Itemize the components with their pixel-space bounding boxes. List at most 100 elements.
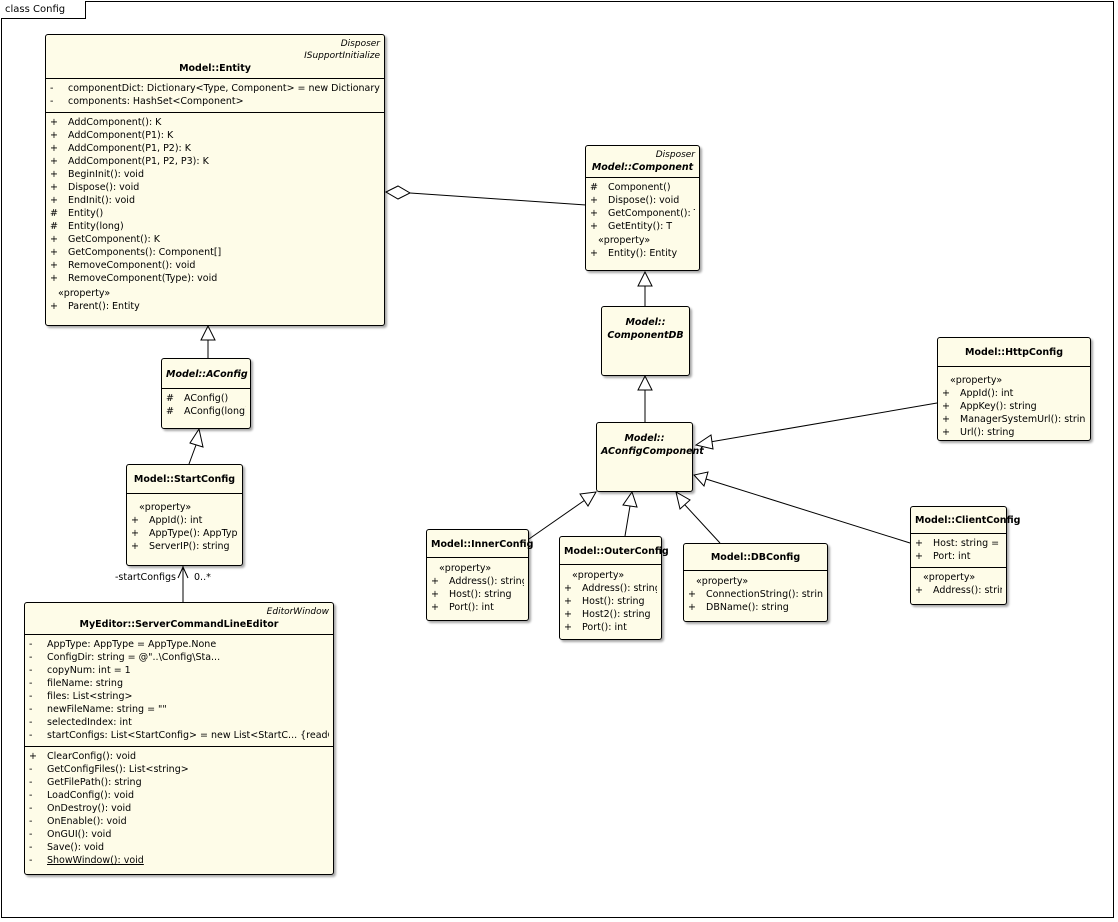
attribute: ConfigDir: string = @"..\Config\Sta... [47, 652, 221, 663]
operation-row: + GetComponent(): T [590, 207, 695, 220]
association-multiplicity-label: 0..* [194, 572, 211, 583]
properties-section: «property» + Address(): string + Host(): s… [427, 557, 528, 618]
property: Host2(): string [582, 609, 651, 620]
property: Host(): string [449, 589, 512, 600]
attribute: Host: string = "" [933, 538, 1002, 549]
property-row: + Port(): int [431, 601, 524, 614]
operation: Entity(long) [68, 221, 124, 232]
operation: RemoveComponent(): void [68, 260, 196, 271]
class-name: Model::OuterConfig [564, 546, 669, 557]
visibility: - [29, 704, 33, 715]
property-row: + DBName(): string [688, 601, 823, 614]
property: Address(): string [933, 585, 1002, 596]
operation-row: + Dispose(): void [50, 181, 380, 194]
property-row: + AppType(): AppType [131, 527, 238, 540]
attributes-section: + Host: string = "" + Port: int [911, 533, 1006, 567]
property: AppId(): int [149, 515, 203, 526]
operation-row: + AddComponent(P1): K [50, 129, 380, 142]
class-entity[interactable]: Disposer ISupportInitialize Model::Entit… [45, 34, 385, 326]
operation: LoadConfig(): void [47, 790, 135, 801]
visibility: + [590, 208, 598, 219]
property-row: + AppKey(): string [942, 400, 1086, 413]
generalization-arrow [637, 374, 653, 391]
operation-row: - GetConfigFiles(): List<string> [29, 763, 329, 776]
visibility: - [29, 855, 33, 866]
property-stereotype: «property» [950, 375, 1003, 386]
operation-row: # Component() [590, 181, 695, 194]
aggregation-diamond [384, 185, 412, 200]
visibility: # [50, 208, 58, 219]
visibility: + [915, 538, 923, 549]
visibility: - [29, 665, 33, 676]
attribute-row: - components: HashSet<Component> [50, 95, 380, 108]
visibility: + [50, 195, 58, 206]
class-startconfig[interactable]: Model::StartConfig «property» + AppId(): … [126, 464, 243, 566]
property: ManagerSystemUrl(): string [960, 414, 1086, 425]
properties-section: «property» + AppId(): int + AppKey(): stri… [938, 366, 1090, 443]
operation-row: + AddComponent(P1, P2, P3): K [50, 155, 380, 168]
property: AppId(): int [960, 388, 1014, 399]
operation-row: + Dispose(): void [590, 194, 695, 207]
association-role-label: -startConfigs [115, 572, 176, 583]
edge-entity-component [409, 192, 587, 206]
class-aconfig[interactable]: Model::AConfig # AConfig() # AConfig(long) [161, 358, 251, 429]
operation-row: - Save(): void [29, 841, 329, 854]
operation: BeginInit(): void [68, 169, 144, 180]
class-componentdb[interactable]: Model:: ComponentDB [601, 306, 690, 376]
visibility: + [131, 515, 139, 526]
edge-startconfig-aconfig [188, 444, 197, 465]
property-stereotype: «property» [139, 502, 192, 513]
class-component[interactable]: Disposer Model::Component # Component() +… [585, 145, 700, 271]
operations-section: # AConfig() # AConfig(long) [162, 388, 250, 422]
class-httpconfig[interactable]: Model::HttpConfig «property» + AppId(): i… [937, 337, 1091, 441]
attribute: componentDict: Dictionary<Type, Componen… [68, 83, 380, 94]
operation-row: + GetEntity(): T [590, 220, 695, 233]
operation-row: - ShowWindow(): void [29, 854, 329, 867]
class-clientconfig[interactable]: Model::ClientConfig + Host: string = "" +… [910, 506, 1020, 605]
attribute-row: - ConfigDir: string = @"..\Config\Sta... [29, 651, 329, 664]
attribute-row: + Host: string = "" [915, 537, 1002, 550]
property-row: + Host2(): string [564, 608, 657, 621]
class-dbconfig[interactable]: Model::DBConfig «property» + ConnectionSt… [683, 543, 828, 622]
visibility: - [29, 790, 33, 801]
attribute: newFileName: string = "" [47, 704, 167, 715]
visibility: - [29, 777, 33, 788]
generalization-arrow [675, 490, 691, 510]
operation: GetEntity(): T [608, 221, 673, 232]
stereotype: Disposer [655, 150, 695, 160]
class-outerconfig[interactable]: Model::OuterConfig «property» + Address()… [559, 536, 669, 640]
attribute-row: - fileName: string [29, 677, 329, 690]
operation-row: + EndInit(): void [50, 194, 380, 207]
class-name: Model::StartConfig [133, 474, 236, 485]
property-stereotype: «property» [598, 235, 651, 246]
property-row: + Port(): int [564, 621, 657, 634]
property-row: + Parent(): Entity [50, 300, 380, 313]
visibility: + [590, 248, 598, 259]
attribute: fileName: string [47, 678, 123, 689]
attributes-section: - componentDict: Dictionary<Type, Compone… [46, 78, 384, 112]
generalization-arrow [189, 427, 204, 448]
class-innerconfig[interactable]: Model::InnerConfig «property» + Address()… [426, 529, 534, 621]
property-row: + ManagerSystemUrl(): string [942, 413, 1086, 426]
edge-clientconfig-aconfigcomponent [705, 478, 911, 544]
operations-section: + AddComponent(): K + AddComponent(P1): K … [46, 112, 384, 317]
attribute-row: - AppType: AppType = AppType.None [29, 638, 329, 651]
visibility: + [431, 589, 439, 600]
class-aconfigcomponent[interactable]: Model:: AConfigComponent [596, 422, 704, 492]
operation-row: # AConfig(long) [166, 405, 246, 418]
class-servercommandlineeditor[interactable]: EditorWindow MyEditor::ServerCommandLine… [24, 602, 334, 875]
visibility: + [431, 602, 439, 613]
properties-section: «property» + Address(): string + Host(): s… [560, 564, 661, 638]
operation-row: + RemoveComponent(): void [50, 259, 380, 272]
class-name: Model::Entity [179, 63, 251, 74]
visibility: + [50, 117, 58, 128]
attributes-section: - AppType: AppType = AppType.None - Config… [25, 634, 333, 746]
class-name: Model::InnerConfig [431, 539, 534, 550]
attribute-row: - files: List<string> [29, 690, 329, 703]
visibility: # [50, 221, 58, 232]
operation: AddComponent(): K [68, 117, 162, 128]
visibility: + [942, 414, 950, 425]
property: Entity(): Entity [608, 248, 678, 259]
visibility: + [942, 401, 950, 412]
visibility: + [942, 388, 950, 399]
